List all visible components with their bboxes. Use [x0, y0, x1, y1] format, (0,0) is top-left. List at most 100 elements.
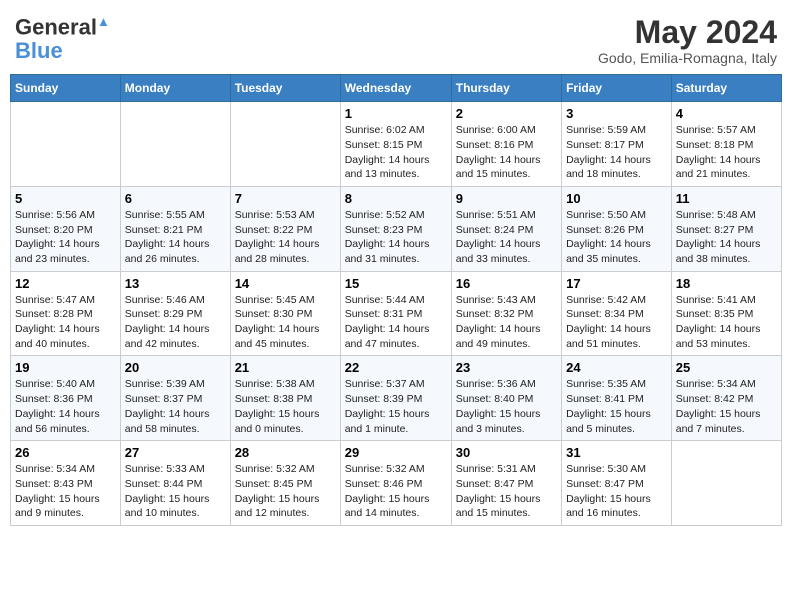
calendar-week-row: 1 Sunrise: 6:02 AM Sunset: 8:15 PM Daylig… [11, 102, 782, 187]
day-info: Sunrise: 5:40 AM Sunset: 8:36 PM Dayligh… [15, 377, 116, 436]
calendar-day-empty [120, 102, 230, 187]
day-number: 31 [566, 445, 667, 460]
calendar-day-12: 12Sunrise: 5:47 AM Sunset: 8:28 PM Dayli… [11, 271, 121, 356]
day-info: Sunrise: 5:48 AM Sunset: 8:27 PM Dayligh… [676, 208, 777, 267]
calendar-day-26: 26Sunrise: 5:34 AM Sunset: 8:43 PM Dayli… [11, 441, 121, 526]
day-info: Sunrise: 5:32 AM Sunset: 8:45 PM Dayligh… [235, 462, 336, 521]
day-number: 3 [566, 106, 667, 121]
logo-blue-text: Blue [15, 38, 63, 64]
day-header-wednesday: Wednesday [340, 75, 451, 102]
day-info: Sunrise: 5:34 AM Sunset: 8:42 PM Dayligh… [676, 377, 777, 436]
calendar-day-empty [671, 441, 781, 526]
day-number: 23 [456, 360, 557, 375]
day-info: Sunrise: 5:38 AM Sunset: 8:38 PM Dayligh… [235, 377, 336, 436]
day-number: 27 [125, 445, 226, 460]
calendar-week-row: 19 Sunrise: 5:40 AM Sunset: 8:36 PM Dayli… [11, 356, 782, 441]
day-number: 6 [125, 191, 226, 206]
day-info: Sunrise: 5:56 AM Sunset: 8:20 PM Dayligh… [15, 208, 116, 267]
calendar-table: SundayMondayTuesdayWednesdayThursdayFrid… [10, 74, 782, 526]
day-info: Sunrise: 5:31 AM Sunset: 8:47 PM Dayligh… [456, 462, 557, 521]
calendar-week-row: 5Sunrise: 5:56 AM Sunset: 8:20 PM Daylig… [11, 186, 782, 271]
calendar-day-14: 14 Sunrise: 5:45 AM Sunset: 8:30 PM Dayli… [230, 271, 340, 356]
day-info: Sunrise: 5:44 AM Sunset: 8:31 PM Dayligh… [345, 293, 447, 352]
calendar-day-5: 5Sunrise: 5:56 AM Sunset: 8:20 PM Daylig… [11, 186, 121, 271]
day-number: 28 [235, 445, 336, 460]
calendar-day-27: 27 Sunrise: 5:33 AM Sunset: 8:44 PM Dayli… [120, 441, 230, 526]
calendar-day-29: 29 Sunrise: 5:32 AM Sunset: 8:46 PM Dayli… [340, 441, 451, 526]
day-info: Sunrise: 5:47 AM Sunset: 8:28 PM Dayligh… [15, 293, 116, 352]
calendar-day-6: 6 Sunrise: 5:55 AM Sunset: 8:21 PM Daylig… [120, 186, 230, 271]
day-number: 11 [676, 191, 777, 206]
day-header-sunday: Sunday [11, 75, 121, 102]
day-header-friday: Friday [562, 75, 672, 102]
day-info: Sunrise: 5:50 AM Sunset: 8:26 PM Dayligh… [566, 208, 667, 267]
day-number: 16 [456, 276, 557, 291]
day-info: Sunrise: 5:51 AM Sunset: 8:24 PM Dayligh… [456, 208, 557, 267]
day-header-saturday: Saturday [671, 75, 781, 102]
day-info: Sunrise: 5:57 AM Sunset: 8:18 PM Dayligh… [676, 123, 777, 182]
calendar-day-2: 2 Sunrise: 6:00 AM Sunset: 8:16 PM Daylig… [451, 102, 561, 187]
day-info: Sunrise: 5:37 AM Sunset: 8:39 PM Dayligh… [345, 377, 447, 436]
day-number: 15 [345, 276, 447, 291]
day-number: 19 [15, 360, 116, 375]
calendar-day-16: 16 Sunrise: 5:43 AM Sunset: 8:32 PM Dayli… [451, 271, 561, 356]
day-info: Sunrise: 5:53 AM Sunset: 8:22 PM Dayligh… [235, 208, 336, 267]
calendar-day-31: 31Sunrise: 5:30 AM Sunset: 8:47 PM Dayli… [562, 441, 672, 526]
calendar-day-11: 11 Sunrise: 5:48 AM Sunset: 8:27 PM Dayli… [671, 186, 781, 271]
calendar-day-22: 22 Sunrise: 5:37 AM Sunset: 8:39 PM Dayli… [340, 356, 451, 441]
calendar-day-30: 30 Sunrise: 5:31 AM Sunset: 8:47 PM Dayli… [451, 441, 561, 526]
day-info: Sunrise: 6:00 AM Sunset: 8:16 PM Dayligh… [456, 123, 557, 182]
day-number: 9 [456, 191, 557, 206]
calendar-day-20: 20 Sunrise: 5:39 AM Sunset: 8:37 PM Dayli… [120, 356, 230, 441]
day-number: 10 [566, 191, 667, 206]
title-section: May 2024 Godo, Emilia-Romagna, Italy [598, 15, 777, 66]
day-number: 18 [676, 276, 777, 291]
day-number: 14 [235, 276, 336, 291]
calendar-day-13: 13Sunrise: 5:46 AM Sunset: 8:29 PM Dayli… [120, 271, 230, 356]
calendar-header-row: SundayMondayTuesdayWednesdayThursdayFrid… [11, 75, 782, 102]
calendar-day-7: 7 Sunrise: 5:53 AM Sunset: 8:22 PM Daylig… [230, 186, 340, 271]
calendar-week-row: 12Sunrise: 5:47 AM Sunset: 8:28 PM Dayli… [11, 271, 782, 356]
day-info: Sunrise: 5:32 AM Sunset: 8:46 PM Dayligh… [345, 462, 447, 521]
day-info: Sunrise: 5:59 AM Sunset: 8:17 PM Dayligh… [566, 123, 667, 182]
day-info: Sunrise: 6:02 AM Sunset: 8:15 PM Dayligh… [345, 123, 447, 182]
day-info: Sunrise: 5:55 AM Sunset: 8:21 PM Dayligh… [125, 208, 226, 267]
calendar-day-4: 4 Sunrise: 5:57 AM Sunset: 8:18 PM Daylig… [671, 102, 781, 187]
day-number: 7 [235, 191, 336, 206]
day-number: 20 [125, 360, 226, 375]
calendar-day-empty [11, 102, 121, 187]
day-number: 21 [235, 360, 336, 375]
day-number: 17 [566, 276, 667, 291]
calendar-day-17: 17Sunrise: 5:42 AM Sunset: 8:34 PM Dayli… [562, 271, 672, 356]
location: Godo, Emilia-Romagna, Italy [598, 50, 777, 66]
day-info: Sunrise: 5:33 AM Sunset: 8:44 PM Dayligh… [125, 462, 226, 521]
day-number: 22 [345, 360, 447, 375]
day-number: 24 [566, 360, 667, 375]
day-header-monday: Monday [120, 75, 230, 102]
day-header-thursday: Thursday [451, 75, 561, 102]
day-info: Sunrise: 5:36 AM Sunset: 8:40 PM Dayligh… [456, 377, 557, 436]
calendar-day-1: 1 Sunrise: 6:02 AM Sunset: 8:15 PM Daylig… [340, 102, 451, 187]
day-info: Sunrise: 5:43 AM Sunset: 8:32 PM Dayligh… [456, 293, 557, 352]
day-number: 4 [676, 106, 777, 121]
day-info: Sunrise: 5:39 AM Sunset: 8:37 PM Dayligh… [125, 377, 226, 436]
page-header: General▲ Blue May 2024 Godo, Emilia-Roma… [10, 10, 782, 66]
calendar-day-21: 21 Sunrise: 5:38 AM Sunset: 8:38 PM Dayli… [230, 356, 340, 441]
calendar-day-24: 24 Sunrise: 5:35 AM Sunset: 8:41 PM Dayli… [562, 356, 672, 441]
day-info: Sunrise: 5:45 AM Sunset: 8:30 PM Dayligh… [235, 293, 336, 352]
calendar-day-25: 25Sunrise: 5:34 AM Sunset: 8:42 PM Dayli… [671, 356, 781, 441]
day-number: 29 [345, 445, 447, 460]
calendar-day-19: 19 Sunrise: 5:40 AM Sunset: 8:36 PM Dayli… [11, 356, 121, 441]
day-number: 30 [456, 445, 557, 460]
day-info: Sunrise: 5:34 AM Sunset: 8:43 PM Dayligh… [15, 462, 116, 521]
calendar-day-10: 10 Sunrise: 5:50 AM Sunset: 8:26 PM Dayli… [562, 186, 672, 271]
calendar-day-28: 28 Sunrise: 5:32 AM Sunset: 8:45 PM Dayli… [230, 441, 340, 526]
day-number: 1 [345, 106, 447, 121]
calendar-day-empty [230, 102, 340, 187]
day-number: 2 [456, 106, 557, 121]
calendar-day-23: 23 Sunrise: 5:36 AM Sunset: 8:40 PM Dayli… [451, 356, 561, 441]
calendar-week-row: 26Sunrise: 5:34 AM Sunset: 8:43 PM Dayli… [11, 441, 782, 526]
day-number: 13 [125, 276, 226, 291]
calendar-day-9: 9 Sunrise: 5:51 AM Sunset: 8:24 PM Daylig… [451, 186, 561, 271]
day-info: Sunrise: 5:35 AM Sunset: 8:41 PM Dayligh… [566, 377, 667, 436]
